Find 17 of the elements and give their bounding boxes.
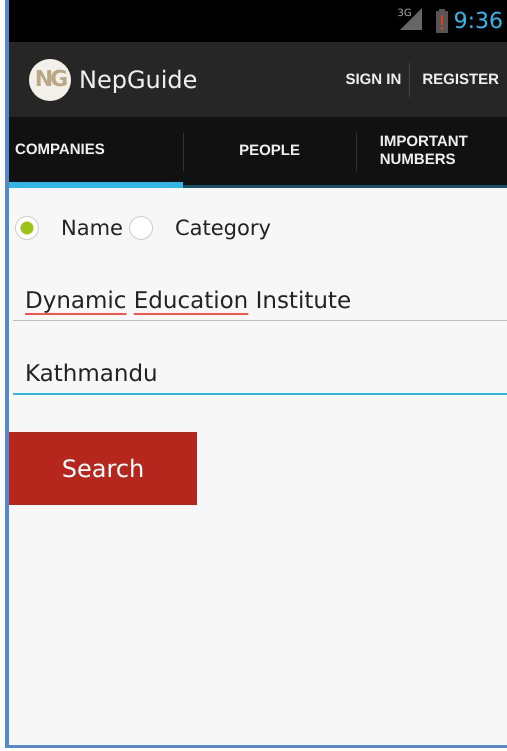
tab[interactable]: IMPORTANT NUMBERS (356, 117, 507, 188)
radio-label: Category (174, 216, 271, 240)
tab[interactable]: COMPANIES (9, 117, 184, 188)
radio-button[interactable] (15, 216, 39, 240)
tab[interactable]: PEOPLE (183, 117, 356, 188)
signal-icon (400, 8, 422, 30)
text-field[interactable]: Kathmandu (13, 361, 507, 395)
app-title: NepGuide (79, 66, 198, 94)
radio-label: Name (61, 216, 123, 240)
radio-button[interactable] (128, 216, 153, 240)
search-button[interactable]: Search (9, 432, 197, 505)
action-button[interactable]: SIGN IN (333, 71, 410, 88)
app-logo: NG (29, 58, 71, 100)
clock: 9:36 (454, 8, 503, 34)
action-button[interactable]: REGISTER (410, 71, 507, 88)
text-field[interactable]: Dynamic Education Institute (13, 288, 507, 321)
network-label: 3G (397, 8, 412, 19)
